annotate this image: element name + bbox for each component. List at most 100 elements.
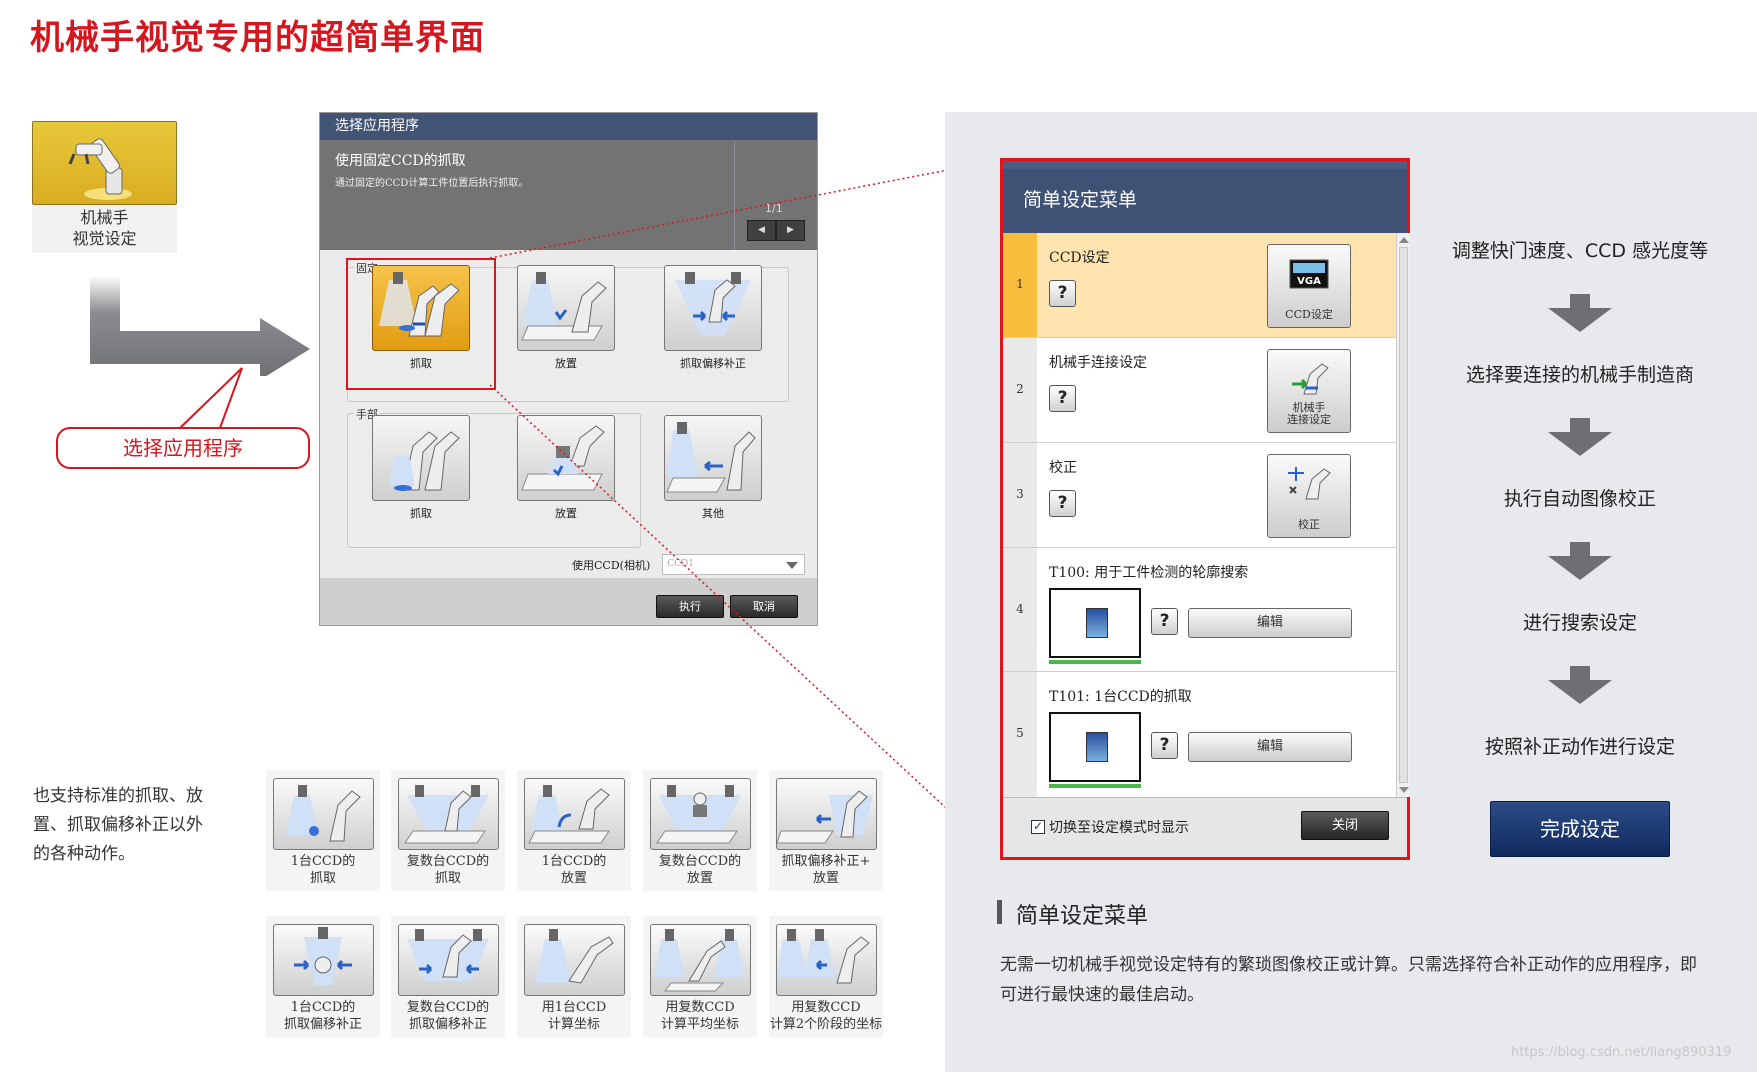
motion-item[interactable]: 用复数CCD 计算平均坐标 [643,916,757,1037]
execute-button[interactable]: 执行 [656,595,724,618]
app-hand-place[interactable]: 放置 [517,415,615,521]
chevron-down-icon [786,562,799,569]
page-title: 机械手视觉专用的超简单界面 [30,18,485,58]
launcher-tile[interactable] [32,121,177,205]
single-ccd-place-icon [523,778,625,850]
motion-item[interactable]: 1台CCD的 抓取偏移补正 [266,916,380,1037]
motion-item[interactable]: 复数台CCD的 抓取 [391,770,505,891]
help-button[interactable]: ? [1151,608,1178,635]
scroll-up-icon[interactable] [1399,237,1409,243]
pick-offset-place-icon [775,778,877,850]
menu-row-ccd[interactable]: 1 CCD设定 ? VGA CCD设定 [1003,233,1396,338]
checkbox-label: 切换至设定模式时显示 [1049,820,1189,836]
menu-scrollbar[interactable] [1396,233,1410,797]
down-arrow-icon [1548,666,1612,704]
calibration-icon [1288,467,1331,500]
flow-arrow-icon [90,276,310,376]
down-arrow-icon [1548,294,1612,332]
motion-item[interactable]: 复数台CCD的 抓取偏移补正 [391,916,505,1037]
motion-item[interactable]: 1台CCD的 放置 [517,770,631,891]
robot-connect-button[interactable]: 机械手 连接设定 [1267,349,1351,433]
single-ccd-coord-icon [523,924,625,996]
simple-settings-menu: 简单设定菜单 1 CCD设定 ? VGA CCD设定 2 机械手连接设定 ? 机… [1000,158,1410,860]
app-hand-other[interactable]: 其他 [664,415,762,521]
watermark: https://blog.csdn.net/liang890319 [1511,1045,1732,1060]
help-button[interactable]: ? [1151,732,1178,759]
motion-item[interactable]: 1台CCD的 抓取 [266,770,380,891]
callout-select-app: 选择应用程序 [56,427,310,469]
close-button[interactable]: 关闭 [1301,811,1389,840]
section-text: 无需一切机械手视觉设定特有的繁琐图像校正或计算。只需选择符合补正动作的应用程序，… [1000,955,1697,1005]
robot-vision-launcher[interactable]: 机械手 视觉设定 [32,121,177,253]
app-hand-pick[interactable]: 抓取 [372,415,470,521]
menu-row-calibration[interactable]: 3 校正 ? 校正 [1003,443,1396,548]
multi-ccd-place-icon [649,778,751,850]
step-label: 进行搜索设定 [1522,612,1637,634]
ccd-settings-button[interactable]: VGA CCD设定 [1267,244,1351,328]
single-ccd-offset-icon [272,924,374,996]
calibration-button[interactable]: 校正 [1267,454,1351,538]
fixed-place-icon [517,265,615,351]
dialog-footer: 执行 取消 [320,578,817,625]
multi-ccd-avg-coord-icon [649,924,751,996]
dialog-title: 选择应用程序 [320,113,817,140]
pager-buttons: ◀ ▶ [747,220,805,241]
page-indicator: 1/1 [765,202,783,215]
help-button[interactable]: ? [1049,280,1076,307]
vga-camera-icon: VGA [1289,259,1329,289]
prev-page-button[interactable]: ◀ [747,220,776,241]
step-label: 调整快门速度、CCD 感光度等 [1451,240,1709,262]
menu-row-t101[interactable]: 5 T101: 1台CCD的抓取 ? 编辑 [1003,672,1396,797]
next-page-button[interactable]: ▶ [776,220,805,241]
robot-connect-icon [1292,363,1329,395]
tool-thumbnail [1049,588,1141,664]
step-label: 按照补正动作进行设定 [1484,736,1675,758]
dialog-description: 使用固定CCD的抓取 通过固定的CCD计算工件位置后执行抓取。 1/1 ◀ ▶ [320,140,817,250]
app-fixed-place[interactable]: 放置 [517,265,615,371]
sd-card-icon [1086,732,1108,762]
multi-ccd-offset-icon [397,924,499,996]
edit-button[interactable]: 编辑 [1188,732,1352,762]
cancel-button[interactable]: 取消 [730,595,798,618]
step-label: 选择要连接的机械手制造商 [1465,364,1694,386]
svg-text:VGA: VGA [1297,276,1321,287]
hand-other-icon [664,415,762,501]
menu-row-t100[interactable]: 4 T100: 用于工件检测的轮廓搜索 ? 编辑 [1003,548,1396,672]
robot-arm-icon [68,138,132,200]
menu-footer: ✓ 切换至设定模式时显示 关闭 [1003,797,1407,857]
fixed-pick-icon [372,265,470,351]
single-ccd-pick-icon [272,778,374,850]
ccd-label: 使用CCD(相机) [572,558,651,572]
multi-ccd-2stage-icon [775,924,877,996]
hand-place-icon [517,415,615,501]
multi-ccd-pick-icon [397,778,499,850]
also-supports-text: 也支持标准的抓取、放置、抓取偏移补正以外的各种动作。 [33,786,203,864]
hand-pick-icon [372,415,470,501]
menu-title: 简单设定菜单 [1003,161,1407,233]
app-fixed-pick-offset[interactable]: 抓取偏移补正 [664,265,762,371]
help-button[interactable]: ? [1049,385,1076,412]
motion-item[interactable]: 复数台CCD的 放置 [643,770,757,891]
app-fixed-pick[interactable]: 抓取 [372,265,470,371]
section-marker [997,900,1002,924]
menu-rows: 1 CCD设定 ? VGA CCD设定 2 机械手连接设定 ? 机械手 连接设定… [1003,233,1396,797]
fixed-pick-offset-icon [664,265,762,351]
complete-setup-button[interactable]: 完成设定 [1490,801,1670,857]
step-label: 执行自动图像校正 [1503,488,1656,510]
motion-item[interactable]: 用复数CCD 计算2个阶段的坐标 [769,916,883,1037]
scroll-down-icon[interactable] [1399,787,1409,793]
section-title: 简单设定菜单 [1016,904,1149,929]
select-app-dialog: 选择应用程序 使用固定CCD的抓取 通过固定的CCD计算工件位置后执行抓取。 1… [319,112,818,626]
show-on-switch-checkbox[interactable]: ✓ [1031,820,1045,834]
ccd-select[interactable]: CCD1 [662,554,806,575]
edit-button[interactable]: 编辑 [1188,608,1352,638]
sd-card-icon [1086,608,1108,638]
down-arrow-icon [1548,542,1612,580]
motion-item[interactable]: 用1台CCD 计算坐标 [517,916,631,1037]
help-button[interactable]: ? [1049,490,1076,517]
ccd-select-row: 使用CCD(相机) CCD1 [572,554,806,575]
motion-item[interactable]: 抓取偏移补正+ 放置 [769,770,883,891]
down-arrow-icon [1548,418,1612,456]
launcher-label: 机械手 视觉设定 [32,205,177,253]
menu-row-robot-connect[interactable]: 2 机械手连接设定 ? 机械手 连接设定 [1003,338,1396,443]
